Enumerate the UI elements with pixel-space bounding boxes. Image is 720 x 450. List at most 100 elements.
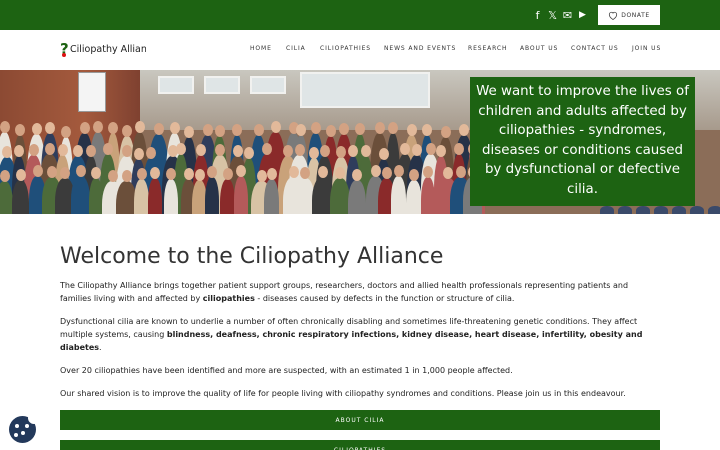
- crowd-person: [348, 180, 366, 214]
- crowd-face: [300, 167, 310, 179]
- statistics-paragraph: Over 20 ciliopathies have been identifie…: [60, 366, 513, 375]
- donate-label: DONATE: [621, 11, 650, 19]
- crowd-face: [61, 126, 71, 138]
- crowd-face: [388, 122, 398, 134]
- crowd-person: [205, 177, 219, 214]
- crowd-face: [262, 143, 272, 155]
- nav-ciliopathies[interactable]: CILIOPATHIES: [320, 45, 371, 52]
- crowd-face: [0, 170, 10, 182]
- crowd-person: [600, 206, 614, 214]
- crowd-face: [310, 122, 321, 134]
- email-icon[interactable]: ✉: [561, 8, 574, 22]
- crowd-face: [296, 124, 306, 136]
- crowd-face: [436, 145, 446, 157]
- cilia-paragraph: Dysfunctional cilia are known to underli…: [60, 317, 643, 352]
- crowd-face: [121, 170, 132, 182]
- crowd-face: [336, 146, 346, 158]
- crowd-face: [348, 145, 358, 157]
- crowd-person: [654, 206, 668, 214]
- cookie-settings-icon[interactable]: [9, 412, 40, 443]
- heart-icon: [609, 11, 618, 20]
- nav-join-us[interactable]: JOIN US: [632, 45, 661, 52]
- crowd-face: [75, 165, 86, 177]
- crowd-face: [153, 123, 164, 135]
- crowd-face: [222, 168, 233, 180]
- crowd-face: [31, 123, 42, 135]
- crowd-face: [32, 165, 43, 177]
- hero-window: [204, 76, 240, 94]
- hero-window: [250, 76, 286, 94]
- youtube-icon[interactable]: ▶: [576, 8, 589, 22]
- crowd-face: [73, 145, 83, 157]
- ciliopathies-button[interactable]: CILIOPATHIES: [60, 440, 660, 450]
- crowd-face: [283, 145, 293, 157]
- vision-paragraph: Our shared vision is to improve the qual…: [60, 389, 626, 398]
- crowd-face: [91, 167, 101, 179]
- crowd-face: [423, 166, 433, 178]
- top-bar: f 𝕏 ✉ ▶ DONATE: [0, 0, 720, 30]
- crowd-person: [330, 178, 350, 214]
- crowd-face: [2, 146, 12, 158]
- crowd-face: [183, 168, 194, 180]
- crowd-face: [15, 169, 26, 181]
- nav-cilia[interactable]: CILIA: [286, 45, 306, 52]
- crowd-face: [44, 143, 55, 155]
- crowd-person: [164, 179, 178, 214]
- nav-about-us[interactable]: ABOUT US: [520, 45, 558, 52]
- crowd-face: [317, 166, 328, 178]
- crowd-face: [93, 121, 103, 133]
- nav-news-and-events[interactable]: NEWS AND EVENTS: [384, 45, 456, 52]
- nav-contact-us[interactable]: CONTACT US: [571, 45, 619, 52]
- crowd-person: [618, 206, 632, 214]
- crowd-face: [325, 125, 336, 137]
- x-twitter-icon[interactable]: 𝕏: [546, 8, 559, 22]
- nav-research[interactable]: RESEARCH: [468, 45, 507, 52]
- crowd-face: [459, 124, 469, 136]
- crowd-face: [196, 144, 206, 156]
- site-logo[interactable]: ? Ciliopathy Alliance: [60, 41, 146, 57]
- crowd-face: [378, 148, 389, 160]
- crowd-face: [107, 170, 118, 182]
- crowd-face: [393, 165, 404, 177]
- crowd-face: [400, 143, 410, 155]
- crowd-face: [194, 169, 205, 181]
- crowd-face: [133, 148, 144, 160]
- crowd-person: [690, 206, 704, 214]
- crowd-face: [266, 168, 277, 180]
- crowd-face: [121, 145, 132, 157]
- crowd-face: [355, 123, 365, 135]
- crowd-face: [232, 124, 242, 136]
- crowd-person: [672, 206, 686, 214]
- crowd-face: [169, 122, 180, 134]
- crowd-face: [150, 167, 160, 179]
- crowd-face: [184, 126, 194, 138]
- crowd-person: [220, 179, 235, 214]
- crowd-face: [134, 121, 145, 133]
- crowd-face: [288, 166, 299, 178]
- crowd-person: [234, 176, 248, 214]
- crowd-face: [443, 167, 453, 179]
- crowd-face: [370, 165, 381, 177]
- crowd-face: [45, 122, 55, 134]
- crowd-face: [86, 145, 96, 157]
- crowd-face: [294, 144, 305, 156]
- facebook-icon[interactable]: f: [531, 8, 544, 22]
- nav-home[interactable]: HOME: [250, 45, 272, 52]
- crowd-face: [47, 166, 57, 178]
- crowd-face: [103, 143, 113, 155]
- crowd-face: [319, 145, 330, 157]
- crowd-person: [406, 180, 422, 214]
- logo-mark: ?: [60, 40, 69, 58]
- crowd-face: [122, 125, 132, 137]
- donate-button[interactable]: DONATE: [598, 5, 660, 25]
- crowd-person: [89, 178, 103, 214]
- crowd-face: [406, 124, 417, 136]
- crowd-face: [207, 166, 217, 178]
- crowd-person: [264, 179, 279, 214]
- crowd-face: [339, 123, 349, 135]
- about-cilia-button[interactable]: ABOUT CILIA: [60, 410, 660, 430]
- crowd-face: [202, 124, 213, 136]
- crowd-face: [146, 147, 156, 159]
- crowd-person: [636, 206, 650, 214]
- crowd-person: [148, 178, 162, 214]
